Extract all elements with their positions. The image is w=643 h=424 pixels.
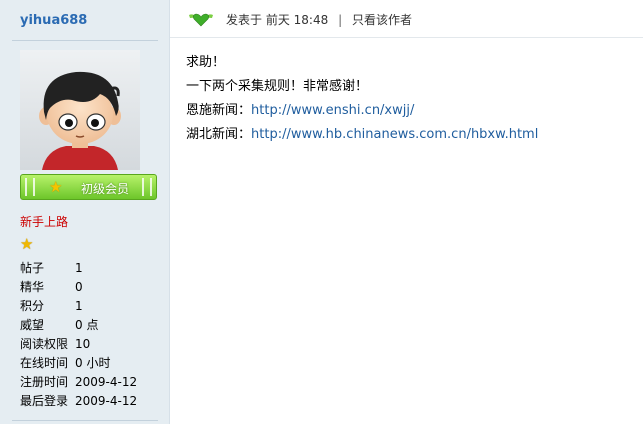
stat-row: 帖子 1 bbox=[20, 259, 160, 278]
url-link-hubei[interactable]: http://www.hb.chinanews.com.cn/hbxw.html bbox=[251, 127, 538, 142]
post-page: yihua688 ★ 初级会员 新手上路 ★ 帖子 1 精华 0 积分 1 威望… bbox=[0, 0, 643, 424]
avatar[interactable] bbox=[20, 50, 140, 170]
posted-time: 前天 18:48 bbox=[265, 13, 329, 27]
url-link-enshi[interactable]: http://www.enshi.cn/xwjj/ bbox=[251, 103, 414, 118]
group-title: 新手上路 bbox=[20, 215, 69, 229]
stat-row: 在线时间 0 小时 bbox=[20, 354, 160, 373]
stat-label: 注册时间 bbox=[20, 375, 69, 389]
stat-row: 阅读权限 10 bbox=[20, 335, 160, 354]
wing-right-decoration bbox=[142, 178, 152, 196]
link-label: 恩施新闻： bbox=[186, 103, 252, 118]
post-content: 求助！ 一下两个采集规则！非常感谢！ 恩施新闻：http://www.enshi… bbox=[186, 51, 636, 147]
stat-value: 0 小时 bbox=[75, 356, 111, 370]
rank-badge: ★ 初级会员 bbox=[20, 174, 157, 200]
author-username-link[interactable]: yihua688 bbox=[20, 13, 87, 28]
post-line: 湖北新闻：http://www.hb.chinanews.com.cn/hbxw… bbox=[186, 123, 636, 147]
stat-label: 最后登录 bbox=[20, 394, 69, 408]
stat-row: 注册时间 2009-4-12 bbox=[20, 373, 160, 392]
stat-value: 10 bbox=[75, 337, 91, 351]
post-meta: 发表于 前天 18:48 | 只看该作者 bbox=[226, 11, 412, 28]
author-stats: 帖子 1 精华 0 积分 1 威望 0 点 阅读权限 10 在线时间 0 小时 注册时间 20… bbox=[20, 259, 160, 411]
stat-value: 2009-4-12 bbox=[75, 394, 138, 408]
divider bbox=[12, 420, 158, 421]
post-line: 求助！ bbox=[186, 55, 226, 70]
rank-label: 初级会员 bbox=[81, 182, 130, 196]
post-header: 发表于 前天 18:48 | 只看该作者 bbox=[170, 0, 643, 38]
stat-value: 2009-4-12 bbox=[75, 375, 138, 389]
green-winged-heart-icon bbox=[189, 13, 213, 27]
stat-value: 0 点 bbox=[75, 318, 99, 332]
meta-separator: | bbox=[338, 13, 343, 27]
divider bbox=[12, 40, 158, 41]
stat-label: 在线时间 bbox=[20, 356, 69, 370]
stat-label: 威望 bbox=[20, 318, 45, 332]
posted-prefix: 发表于 bbox=[226, 13, 263, 27]
stat-label: 精华 bbox=[20, 280, 45, 294]
star-icon: ★ bbox=[49, 178, 63, 196]
stat-value: 1 bbox=[75, 299, 83, 313]
avatar-cartoon-boy-image bbox=[39, 71, 121, 170]
post-line: 一下两个采集规则！非常感谢！ bbox=[186, 79, 369, 94]
stat-row: 威望 0 点 bbox=[20, 316, 160, 335]
author-only-link[interactable]: 只看该作者 bbox=[352, 13, 412, 27]
stat-label: 帖子 bbox=[20, 261, 45, 275]
author-sidebar: yihua688 ★ 初级会员 新手上路 ★ 帖子 1 精华 0 积分 1 威望… bbox=[0, 0, 170, 424]
stat-value: 1 bbox=[75, 261, 83, 275]
stat-label: 阅读权限 bbox=[20, 337, 69, 351]
stat-row: 精华 0 bbox=[20, 278, 160, 297]
star-icon: ★ bbox=[20, 235, 34, 253]
link-label: 湖北新闻： bbox=[186, 127, 252, 142]
stat-label: 积分 bbox=[20, 299, 45, 313]
stat-row: 积分 1 bbox=[20, 297, 160, 316]
wing-left-decoration bbox=[25, 178, 35, 196]
stat-value: 0 bbox=[75, 280, 83, 294]
stat-row: 最后登录 2009-4-12 bbox=[20, 392, 160, 411]
post-line: 恩施新闻：http://www.enshi.cn/xwjj/ bbox=[186, 99, 636, 123]
